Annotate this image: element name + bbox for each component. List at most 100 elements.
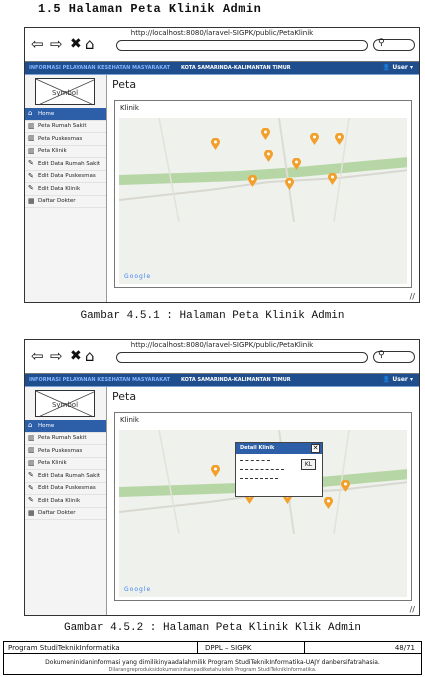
user-menu[interactable]: 👤 User ▾ bbox=[383, 64, 413, 71]
map-pin-icon[interactable] bbox=[310, 133, 319, 145]
document-footer: Program StudiTeknikInformatika DPPL – SI… bbox=[3, 641, 422, 675]
sidebar-item-label: Home bbox=[38, 422, 55, 429]
sidebar-item-label: Peta Klinik bbox=[38, 460, 67, 467]
footer-row: Program StudiTeknikInformatika DPPL – SI… bbox=[4, 642, 421, 654]
map-pin-icon[interactable] bbox=[335, 133, 344, 145]
map-pin-icon[interactable] bbox=[341, 480, 350, 492]
home-icon[interactable]: ⌂ bbox=[85, 37, 95, 52]
detail-klinik-popup: Detail Klinik ✕ KL bbox=[235, 442, 323, 497]
map-icon: ▥ bbox=[28, 458, 35, 467]
map-pin-icon[interactable] bbox=[261, 128, 270, 140]
map-pin-icon[interactable] bbox=[264, 150, 273, 162]
sidebar-item-label: Home bbox=[38, 110, 55, 117]
figure-caption-1: Gambar 4.5.1 : Halaman Peta Klinik Admin bbox=[80, 310, 345, 322]
home-icon: ⌂ bbox=[28, 109, 33, 118]
map-panel: Klinik Google bbox=[114, 100, 412, 288]
close-icon[interactable]: ✖ bbox=[70, 349, 82, 364]
sidebar-item-label: Edit Data Puskesmas bbox=[38, 173, 96, 180]
close-icon[interactable]: ✕ bbox=[311, 444, 320, 453]
map-pin-icon[interactable] bbox=[328, 173, 337, 185]
search-box[interactable]: ⚲ bbox=[373, 38, 415, 51]
sidebar-item-daftar-dokter[interactable]: ▦ Daftar Dokter bbox=[25, 508, 106, 520]
map-icon: ▥ bbox=[28, 121, 35, 130]
forward-icon[interactable]: ⇨ bbox=[50, 37, 63, 52]
sidebar-item-peta-rumah-sakit[interactable]: ▥ Peta Rumah Sakit bbox=[25, 121, 106, 133]
footer-doc: DPPL – SIGPK bbox=[205, 644, 252, 652]
google-logo: Google bbox=[124, 586, 151, 593]
page-title: Peta bbox=[112, 78, 137, 91]
figure-caption-2: Gambar 4.5.2 : Halaman Peta Klinik Klik … bbox=[63, 622, 362, 634]
map-pin-icon[interactable] bbox=[285, 178, 294, 190]
logo-label: Symbol bbox=[51, 89, 79, 97]
user-menu[interactable]: 👤 User ▾ bbox=[383, 376, 413, 383]
sidebar-item-label: Peta Puskesmas bbox=[38, 447, 83, 454]
app-header: INFORMASI PELAYANAN KESEHATAN MASYARAKAT… bbox=[25, 374, 419, 387]
pencil-icon: ✎ bbox=[28, 471, 34, 480]
sidebar-item-home[interactable]: ⌂ Home bbox=[25, 420, 106, 433]
map-area[interactable]: Google bbox=[119, 118, 407, 284]
sidebar-item-peta-rumah-sakit[interactable]: ▥ Peta Rumah Sakit bbox=[25, 433, 106, 445]
sidebar-item-peta-klinik[interactable]: ▥ Peta Klinik bbox=[25, 458, 106, 470]
section-heading: 1.5 Halaman Peta Klinik Admin bbox=[38, 2, 262, 16]
pencil-icon: ✎ bbox=[28, 159, 34, 168]
sidebar-item-edit-puskesmas[interactable]: ✎ Edit Data Puskesmas bbox=[25, 171, 106, 183]
resize-handle-icon[interactable]: // bbox=[410, 605, 415, 614]
sidebar-item-peta-klinik[interactable]: ▥ Peta Klinik bbox=[25, 146, 106, 158]
address-bar[interactable] bbox=[116, 40, 368, 51]
search-icon: ⚲ bbox=[378, 350, 385, 360]
google-logo: Google bbox=[124, 273, 151, 280]
sidebar-item-label: Peta Rumah Sakit bbox=[38, 123, 87, 130]
sidebar-item-edit-klinik[interactable]: ✎ Edit Data Klinik bbox=[25, 495, 106, 508]
mockup-peta-klinik-klik: http://localhost:8080/laravel-SIGPK/publ… bbox=[24, 339, 420, 616]
mockup-peta-klinik: http://localhost:8080/laravel-SIGPK/publ… bbox=[24, 27, 420, 303]
map-pin-icon[interactable] bbox=[324, 497, 333, 509]
popup-header: Detail Klinik ✕ bbox=[236, 443, 322, 454]
sidebar-item-edit-puskesmas[interactable]: ✎ Edit Data Puskesmas bbox=[25, 483, 106, 495]
map-icon: ▥ bbox=[28, 146, 35, 155]
app-title: INFORMASI PELAYANAN KESEHATAN MASYARAKAT bbox=[29, 65, 170, 71]
pencil-icon: ✎ bbox=[28, 184, 34, 193]
pencil-icon: ✎ bbox=[28, 496, 34, 505]
map-area[interactable]: Detail Klinik ✕ KL Google bbox=[119, 430, 407, 597]
map-panel: Klinik Detail Klinik ✕ KL Google bbox=[114, 412, 412, 601]
sidebar-item-label: Peta Klinik bbox=[38, 148, 67, 155]
sidebar-item-daftar-dokter[interactable]: ▦ Daftar Dokter bbox=[25, 196, 106, 208]
map-pin-icon[interactable] bbox=[292, 158, 301, 170]
home-icon: ⌂ bbox=[28, 421, 33, 430]
logo-placeholder: Symbol bbox=[35, 78, 95, 105]
sidebar-menu: ⌂ Home ▥ Peta Rumah Sakit ▥ Peta Puskesmas … bbox=[25, 108, 106, 208]
sidebar-item-label: Peta Puskesmas bbox=[38, 135, 83, 142]
sidebar-item-label: Daftar Dokter bbox=[38, 198, 76, 205]
footer-divider bbox=[197, 642, 198, 654]
app-city: KOTA SAMARINDA-KALIMANTAN TIMUR bbox=[181, 377, 291, 383]
close-icon[interactable]: ✖ bbox=[70, 37, 82, 52]
table-icon: ▦ bbox=[28, 196, 35, 205]
sidebar-item-peta-puskesmas[interactable]: ▥ Peta Puskesmas bbox=[25, 445, 106, 458]
home-icon[interactable]: ⌂ bbox=[85, 349, 95, 364]
search-box[interactable]: ⚲ bbox=[373, 350, 415, 363]
sidebar-item-edit-klinik[interactable]: ✎ Edit Data Klinik bbox=[25, 183, 106, 196]
map-icon: ▥ bbox=[28, 446, 35, 455]
kl-button[interactable]: KL bbox=[301, 459, 316, 470]
sidebar-item-home[interactable]: ⌂ Home bbox=[25, 108, 106, 121]
back-icon[interactable]: ⇦ bbox=[31, 349, 44, 364]
resize-handle-icon[interactable]: // bbox=[410, 292, 415, 301]
footer-page: 48/71 bbox=[394, 644, 415, 652]
app-body: Symbol ⌂ Home ▥ Peta Rumah Sakit ▥ Peta Pus… bbox=[25, 387, 419, 615]
scribble-line bbox=[240, 478, 278, 481]
map-pin-icon[interactable] bbox=[248, 175, 257, 187]
sidebar-item-peta-puskesmas[interactable]: ▥ Peta Puskesmas bbox=[25, 133, 106, 146]
sidebar-item-label: Edit Data Puskesmas bbox=[38, 485, 96, 492]
back-icon[interactable]: ⇦ bbox=[31, 37, 44, 52]
browser-bar: http://localhost:8080/laravel-SIGPK/publ… bbox=[25, 340, 419, 374]
search-icon: ⚲ bbox=[378, 38, 385, 48]
address-bar[interactable] bbox=[116, 352, 368, 363]
sidebar-item-edit-rumah-sakit[interactable]: ✎ Edit Data Rumah Sakit bbox=[25, 470, 106, 483]
footer-note-2: Dilarangreproduksidokumeninitanpadiketah… bbox=[108, 667, 317, 673]
sidebar-item-edit-rumah-sakit[interactable]: ✎ Edit Data Rumah Sakit bbox=[25, 158, 106, 171]
app-header: INFORMASI PELAYANAN KESEHATAN MASYARAKAT… bbox=[25, 62, 419, 75]
sidebar-item-label: Daftar Dokter bbox=[38, 510, 76, 517]
map-pin-icon[interactable] bbox=[211, 465, 220, 477]
map-pin-icon[interactable] bbox=[211, 138, 220, 150]
forward-icon[interactable]: ⇨ bbox=[50, 349, 63, 364]
